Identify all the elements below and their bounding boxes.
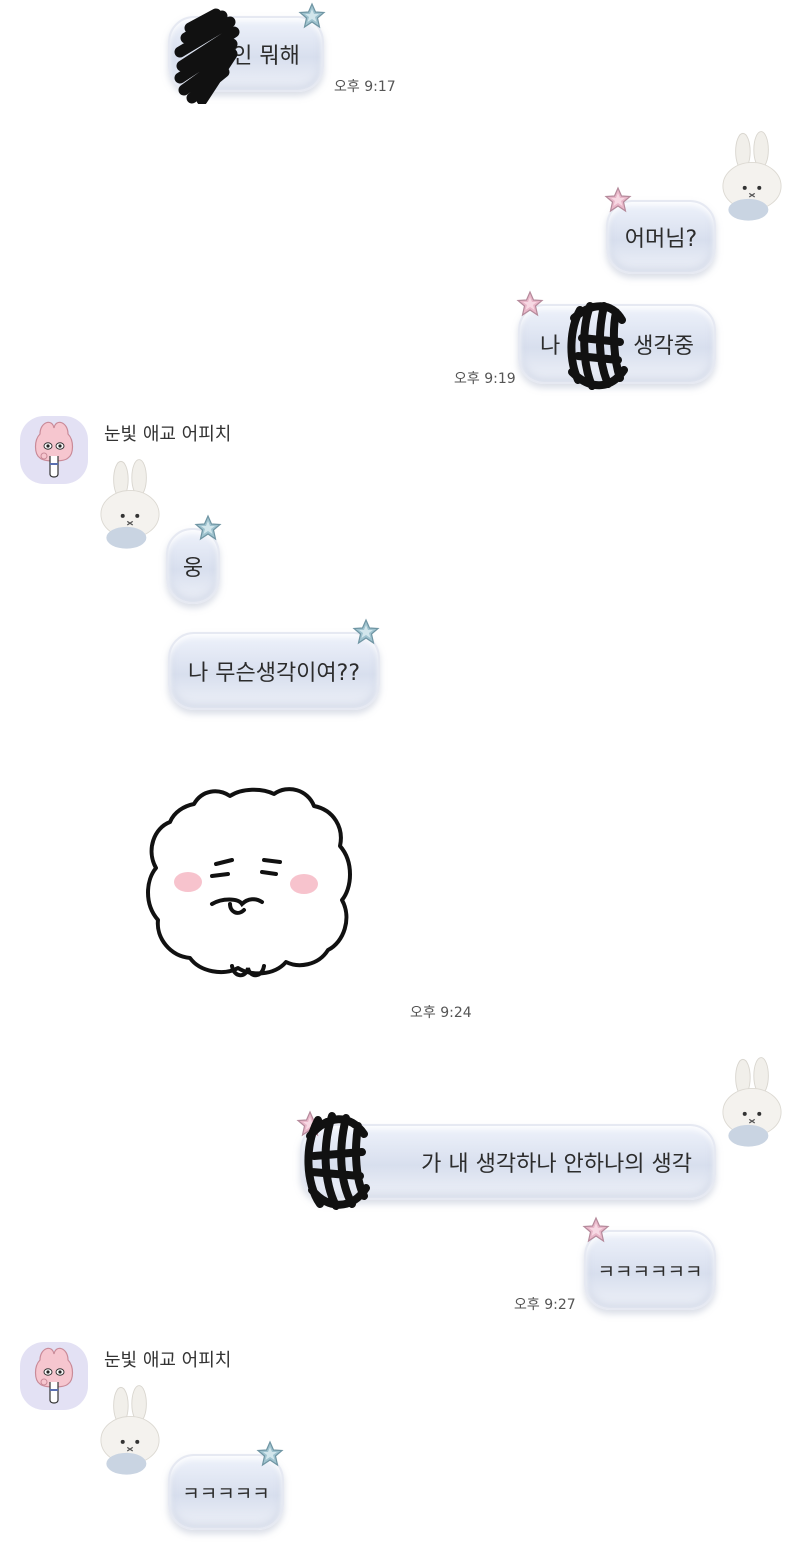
sender-name: 눈빛 애교 어피치 xyxy=(104,424,232,445)
message-text: 어머님? xyxy=(624,227,698,252)
star-icon xyxy=(583,1217,609,1242)
message-bubble-5[interactable]: 나 무슨생각이여?? xyxy=(168,632,380,710)
timestamp: 오후 9:19 xyxy=(454,371,516,387)
star-icon xyxy=(257,1441,283,1466)
bunny-sticker-icon xyxy=(722,1056,782,1148)
message-text: ㅋㅋㅋㅋㅋ xyxy=(182,1482,270,1505)
timestamp: 오후 9:27 xyxy=(514,1297,576,1313)
bunny-sticker-icon xyxy=(100,458,160,550)
message-text: 나 무슨생각이여?? xyxy=(187,661,361,686)
message-text: 웅 xyxy=(182,556,204,581)
apeach-avatar-icon[interactable] xyxy=(20,1342,88,1410)
fluffy-cloud-sticker[interactable] xyxy=(138,780,366,984)
message-text: 가 내 생각하나 안하나의 생각 xyxy=(421,1152,692,1177)
sender-name: 눈빛 애교 어피치 xyxy=(104,1350,232,1371)
timestamp: 오후 9:24 xyxy=(410,1005,472,1021)
message-text-pre: 나 xyxy=(540,334,561,359)
message-text-post: 생각중 xyxy=(633,334,694,359)
redaction-scribble xyxy=(174,8,240,104)
message-text: ㅋㅋㅋㅋㅋㅋ xyxy=(597,1260,703,1283)
timestamp: 오후 9:17 xyxy=(334,79,396,95)
bunny-sticker-icon xyxy=(722,130,782,222)
star-icon xyxy=(299,3,325,28)
apeach-avatar-icon[interactable] xyxy=(20,416,88,484)
bunny-sticker-icon xyxy=(100,1384,160,1476)
star-icon xyxy=(195,515,221,540)
redaction-scribble xyxy=(567,302,628,390)
redaction-scribble xyxy=(304,1112,370,1210)
star-icon xyxy=(605,187,631,212)
star-icon xyxy=(517,291,543,316)
star-icon xyxy=(353,619,379,644)
